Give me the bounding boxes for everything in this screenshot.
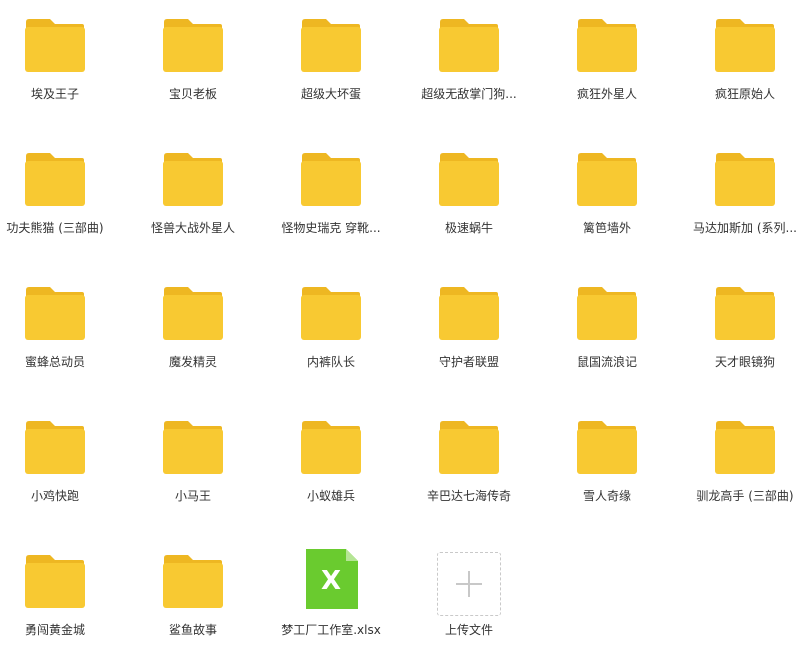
folder-icon — [576, 152, 638, 208]
folder-icon — [300, 18, 362, 74]
item-label: 魔发精灵 — [168, 355, 217, 369]
item-label: 疯狂原始人 — [714, 87, 775, 101]
folder-icon — [438, 18, 500, 74]
folder-icon — [576, 286, 638, 342]
file-item-xlsx[interactable]: X 梦工厂工作室.xlsx — [262, 540, 400, 660]
folder-icon — [576, 420, 638, 476]
folder-icon — [714, 286, 776, 342]
folder-item[interactable]: 疯狂原始人 — [676, 4, 811, 124]
folder-item[interactable]: 魔发精灵 — [124, 272, 262, 392]
item-label: 上传文件 — [444, 623, 493, 637]
item-label: 埃及王子 — [30, 87, 79, 101]
item-label: 勇闯黄金城 — [24, 623, 85, 637]
folder-icon — [24, 554, 86, 610]
item-label: 鼠国流浪记 — [576, 355, 637, 369]
folder-icon — [300, 420, 362, 476]
item-label: 辛巴达七海传奇 — [426, 489, 511, 503]
folder-item[interactable]: 守护者联盟 — [400, 272, 538, 392]
folder-item[interactable]: 驯龙高手 (三部曲) — [676, 406, 811, 526]
folder-item[interactable]: 疯狂外星人 — [538, 4, 676, 124]
folder-item[interactable]: 辛巴达七海传奇 — [400, 406, 538, 526]
folder-icon — [300, 152, 362, 208]
item-label: 驯龙高手 (三部曲) — [696, 489, 794, 503]
item-label: 宝贝老板 — [168, 87, 217, 101]
item-label: 超级无敌掌门狗... — [421, 87, 517, 101]
folder-icon — [24, 286, 86, 342]
item-label: 守护者联盟 — [438, 355, 499, 369]
item-label: 梦工厂工作室.xlsx — [281, 623, 381, 637]
item-label: 疯狂外星人 — [576, 87, 637, 101]
folder-item[interactable]: 怪物史瑞克 穿靴... — [262, 138, 400, 258]
folder-item[interactable]: 小马王 — [124, 406, 262, 526]
folder-icon — [438, 152, 500, 208]
folder-item[interactable]: 鲨鱼故事 — [124, 540, 262, 660]
folder-item[interactable]: 勇闯黄金城 — [0, 540, 124, 660]
item-label: 雪人奇缘 — [582, 489, 631, 503]
folder-item[interactable]: 功夫熊猫 (三部曲) — [0, 138, 124, 258]
folder-icon — [438, 286, 500, 342]
folder-icon — [162, 554, 224, 610]
folder-item[interactable]: 篱笆墙外 — [538, 138, 676, 258]
item-label: 功夫熊猫 (三部曲) — [6, 221, 104, 235]
folder-icon — [24, 18, 86, 74]
upload-plus-icon — [437, 552, 501, 616]
folder-icon — [438, 420, 500, 476]
item-label: 小马王 — [174, 489, 211, 503]
folder-icon — [24, 420, 86, 476]
item-label: 极速蜗牛 — [444, 221, 493, 235]
item-label: 超级大坏蛋 — [300, 87, 361, 101]
item-label: 马达加斯加 (系列... — [693, 221, 797, 235]
item-label: 蜜蜂总动员 — [24, 355, 85, 369]
item-label: 小蚁雄兵 — [306, 489, 355, 503]
folder-item[interactable]: 宝贝老板 — [124, 4, 262, 124]
folder-icon — [714, 420, 776, 476]
folder-icon — [714, 152, 776, 208]
file-grid: 埃及王子 宝贝老板 超级大坏蛋 超级无敌掌门狗... 疯狂外星人 疯狂原始人功夫熊猫 (三… — [0, 0, 811, 651]
folder-item[interactable]: 超级大坏蛋 — [262, 4, 400, 124]
upload-file-button[interactable]: 上传文件 — [400, 540, 538, 660]
folder-item[interactable]: 内裤队长 — [262, 272, 400, 392]
folder-icon — [300, 286, 362, 342]
folder-item[interactable]: 埃及王子 — [0, 4, 124, 124]
folder-icon — [162, 286, 224, 342]
item-label: 小鸡快跑 — [30, 489, 79, 503]
item-label: 内裤队长 — [306, 355, 355, 369]
folder-icon — [24, 152, 86, 208]
folder-item[interactable]: 马达加斯加 (系列... — [676, 138, 811, 258]
item-label: 怪兽大战外星人 — [150, 221, 235, 235]
folder-icon — [714, 18, 776, 74]
folder-icon — [576, 18, 638, 74]
folder-item[interactable]: 怪兽大战外星人 — [124, 138, 262, 258]
folder-item[interactable]: 小蚁雄兵 — [262, 406, 400, 526]
folder-item[interactable]: 超级无敌掌门狗... — [400, 4, 538, 124]
folder-item[interactable]: 雪人奇缘 — [538, 406, 676, 526]
item-label: 篱笆墙外 — [582, 221, 631, 235]
folder-item[interactable]: 天才眼镜狗 — [676, 272, 811, 392]
item-label: 天才眼镜狗 — [714, 355, 775, 369]
item-label: 怪物史瑞克 穿靴... — [281, 221, 381, 235]
folder-icon — [162, 18, 224, 74]
folder-item[interactable]: 小鸡快跑 — [0, 406, 124, 526]
xlsx-file-icon: X — [300, 548, 362, 610]
folder-icon — [162, 152, 224, 208]
item-label: 鲨鱼故事 — [168, 623, 217, 637]
folder-icon — [162, 420, 224, 476]
folder-item[interactable]: 蜜蜂总动员 — [0, 272, 124, 392]
xlsx-glyph: X — [321, 566, 341, 596]
folder-item[interactable]: 鼠国流浪记 — [538, 272, 676, 392]
folder-item[interactable]: 极速蜗牛 — [400, 138, 538, 258]
